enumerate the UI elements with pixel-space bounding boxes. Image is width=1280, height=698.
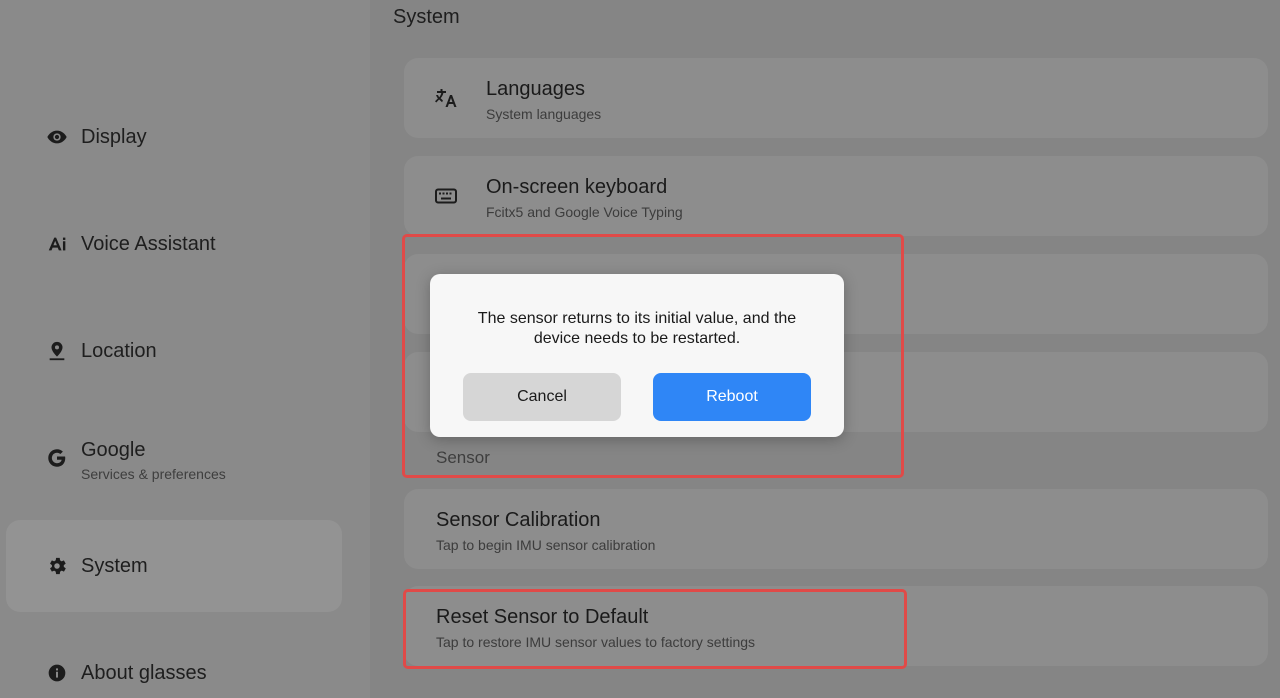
sidebar-item-google[interactable]: Google Services & preferences [6, 412, 342, 504]
highlight-box-reset-sensor [403, 589, 907, 669]
sidebar-item-system[interactable]: System [6, 520, 342, 612]
reboot-dialog: The sensor returns to its initial value,… [430, 274, 844, 437]
reboot-button[interactable]: Reboot [653, 373, 811, 421]
sidebar-item-label: Google [81, 439, 146, 461]
location-pin-icon [42, 336, 72, 366]
keyboard-icon [432, 182, 460, 210]
card-title: On-screen keyboard [486, 176, 668, 198]
sidebar-item-location[interactable]: Location [6, 305, 342, 397]
page-title: System [393, 6, 460, 28]
sidebar-item-display[interactable]: Display [6, 91, 342, 183]
sidebar-item-about-glasses[interactable]: About glasses [6, 627, 342, 698]
sidebar-item-label: Display [81, 125, 147, 148]
sidebar-item-label: System [81, 554, 148, 577]
cancel-button[interactable]: Cancel [463, 373, 621, 421]
gear-icon [42, 551, 72, 581]
ai-icon [42, 229, 72, 259]
eye-icon [42, 122, 72, 152]
translate-icon [432, 84, 460, 112]
sidebar-item-label: Location [81, 339, 157, 362]
languages-card[interactable]: Languages System languages [404, 58, 1268, 138]
card-subtitle: Fcitx5 and Google Voice Typing [486, 204, 683, 220]
card-title: Languages [486, 78, 585, 100]
sidebar-item-voice-assistant[interactable]: Voice Assistant [6, 198, 342, 290]
google-icon [42, 443, 72, 473]
keyboard-card[interactable]: On-screen keyboard Fcitx5 and Google Voi… [404, 156, 1268, 236]
sidebar-item-label: About glasses [81, 661, 207, 684]
card-subtitle: System languages [486, 106, 602, 122]
sidebar: Display Voice Assistant Location Google … [0, 0, 370, 698]
sensor-calibration-card[interactable]: Sensor Calibration Tap to begin IMU sens… [404, 489, 1268, 569]
info-icon [42, 658, 72, 688]
sidebar-item-sublabel: Services & preferences [81, 466, 226, 482]
dialog-message: The sensor returns to its initial value,… [477, 310, 797, 347]
card-title: Sensor Calibration [436, 509, 601, 531]
card-subtitle: Tap to begin IMU sensor calibration [436, 537, 656, 553]
sidebar-item-label: Voice Assistant [81, 232, 216, 255]
